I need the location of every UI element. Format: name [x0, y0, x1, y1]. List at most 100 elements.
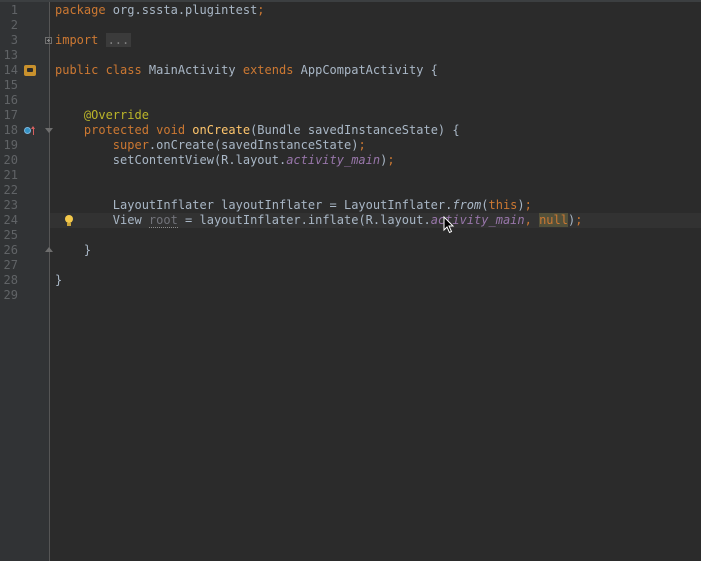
- line-number: 21: [3, 168, 18, 182]
- gutter-line-15[interactable]: 15: [0, 78, 49, 93]
- gutter-line-19[interactable]: 19: [0, 138, 49, 153]
- code-token: ;: [575, 213, 583, 227]
- line-number: 27: [3, 258, 18, 272]
- code-token: package: [55, 3, 113, 17]
- code-token: onCreate: [192, 123, 251, 137]
- line-number: 2: [10, 18, 18, 32]
- code-token: import: [55, 33, 106, 47]
- code-token: ): [517, 198, 525, 212]
- mouse-pointer-icon: [443, 216, 455, 234]
- code-area[interactable]: package org.sssta.plugintest; import ... p…: [50, 2, 701, 561]
- code-token: (Bundle savedInstanceState) {: [250, 123, 460, 137]
- gutter-line-1[interactable]: 1: [0, 3, 49, 18]
- line-number: 1: [10, 3, 18, 17]
- code-line-text: protected void onCreate(Bundle savedInst…: [55, 123, 460, 138]
- line-number: 18: [3, 123, 18, 137]
- line-number: 15: [3, 78, 18, 92]
- line-number: 16: [3, 93, 18, 107]
- code-line-27[interactable]: [50, 258, 701, 273]
- code-line-17[interactable]: @Override: [50, 108, 701, 123]
- code-token: @Override: [83, 108, 149, 122]
- line-number: 23: [3, 198, 18, 212]
- code-line-22[interactable]: [50, 183, 701, 198]
- code-line-28[interactable]: }: [50, 273, 701, 288]
- gutter-line-20[interactable]: 20: [0, 153, 49, 168]
- code-line-15[interactable]: [50, 78, 701, 93]
- code-token: this: [488, 198, 518, 212]
- code-token: setContentView(R.layout.: [55, 153, 287, 167]
- gutter-line-23[interactable]: 23: [0, 198, 49, 213]
- code-line-16[interactable]: [50, 93, 701, 108]
- code-token: super: [112, 138, 149, 152]
- line-number: 14: [3, 63, 18, 77]
- code-token: ,: [524, 213, 540, 227]
- code-line-29[interactable]: [50, 288, 701, 303]
- gutter-line-27[interactable]: 27: [0, 258, 49, 273]
- line-number: 19: [3, 138, 18, 152]
- code-token: public class: [55, 63, 149, 77]
- code-line-text: import ...: [55, 33, 132, 48]
- overrides-up-arrow-icon[interactable]: [31, 126, 35, 135]
- code-line-24[interactable]: View root = layoutInflater.inflate(R.lay…: [50, 213, 701, 228]
- code-token: protected void: [83, 123, 193, 137]
- code-line-text: super.onCreate(savedInstanceState);: [55, 138, 366, 153]
- gutter-line-22[interactable]: 22: [0, 183, 49, 198]
- code-token: ;: [358, 138, 366, 152]
- code-token: (: [481, 198, 489, 212]
- gutter-line-29[interactable]: 29: [0, 288, 49, 303]
- code-token: activity_main: [286, 153, 381, 167]
- line-number: 3: [10, 33, 18, 47]
- gutter-line-17[interactable]: 17: [0, 108, 49, 123]
- code-token: }: [55, 243, 92, 257]
- code-line-25[interactable]: [50, 228, 701, 243]
- code-line-21[interactable]: [50, 168, 701, 183]
- android-activity-icon[interactable]: [24, 65, 36, 76]
- code-line-text: package org.sssta.plugintest;: [55, 3, 265, 18]
- code-token: extends: [242, 63, 301, 77]
- code-line-13[interactable]: [50, 48, 701, 63]
- code-token: root: [148, 213, 178, 228]
- gutter-line-28[interactable]: 28: [0, 273, 49, 288]
- line-number: 20: [3, 153, 18, 167]
- override-method-icon[interactable]: [24, 127, 31, 134]
- code-token: AppCompatActivity {: [300, 63, 438, 77]
- line-number: 17: [3, 108, 18, 122]
- code-line-text: }: [55, 243, 91, 258]
- code-line-text: }: [55, 273, 62, 288]
- gutter-line-25[interactable]: 25: [0, 228, 49, 243]
- code-line-19[interactable]: super.onCreate(savedInstanceState);: [50, 138, 701, 153]
- code-token: MainActivity: [148, 63, 243, 77]
- code-token: ...: [105, 33, 132, 47]
- gutter-line-2[interactable]: 2: [0, 18, 49, 33]
- code-line-26[interactable]: }: [50, 243, 701, 258]
- gutter-line-21[interactable]: 21: [0, 168, 49, 183]
- code-token: ;: [257, 3, 265, 17]
- code-line-3[interactable]: import ...: [50, 33, 701, 48]
- code-token: org.sssta.plugintest: [112, 3, 258, 17]
- code-line-20[interactable]: setContentView(R.layout.activity_main);: [50, 153, 701, 168]
- gutter-line-16[interactable]: 16: [0, 93, 49, 108]
- code-line-text: LayoutInflater layoutInflater = LayoutIn…: [55, 198, 532, 213]
- code-editor[interactable]: 1 2 3 13 14 15 16 17 18 19 20 21 22 23 24 25 26 27 28 29 pa…: [0, 0, 701, 561]
- gutter-line-3[interactable]: 3: [0, 33, 49, 48]
- code-line-1[interactable]: package org.sssta.plugintest;: [50, 3, 701, 18]
- gutter-line-24[interactable]: 24: [0, 213, 49, 228]
- gutter-line-13[interactable]: 13: [0, 48, 49, 63]
- line-number: 13: [3, 48, 18, 62]
- code-line-2[interactable]: [50, 18, 701, 33]
- lightbulb-icon[interactable]: [65, 215, 73, 226]
- code-token: }: [55, 273, 63, 287]
- code-line-14[interactable]: public class MainActivity extends AppCom…: [50, 63, 701, 78]
- line-number: 25: [3, 228, 18, 242]
- gutter-line-26[interactable]: 26: [0, 243, 49, 258]
- code-line-text: public class MainActivity extends AppCom…: [55, 63, 438, 78]
- code-line-23[interactable]: LayoutInflater layoutInflater = LayoutIn…: [50, 198, 701, 213]
- code-line-text: setContentView(R.layout.activity_main);: [55, 153, 395, 168]
- code-line-18[interactable]: protected void onCreate(Bundle savedInst…: [50, 123, 701, 138]
- editor-gutter[interactable]: 1 2 3 13 14 15 16 17 18 19 20 21 22 23 24 25 26 27 28 29: [0, 2, 53, 561]
- code-token: .onCreate(savedInstanceState): [148, 138, 359, 152]
- line-number: 26: [3, 243, 18, 257]
